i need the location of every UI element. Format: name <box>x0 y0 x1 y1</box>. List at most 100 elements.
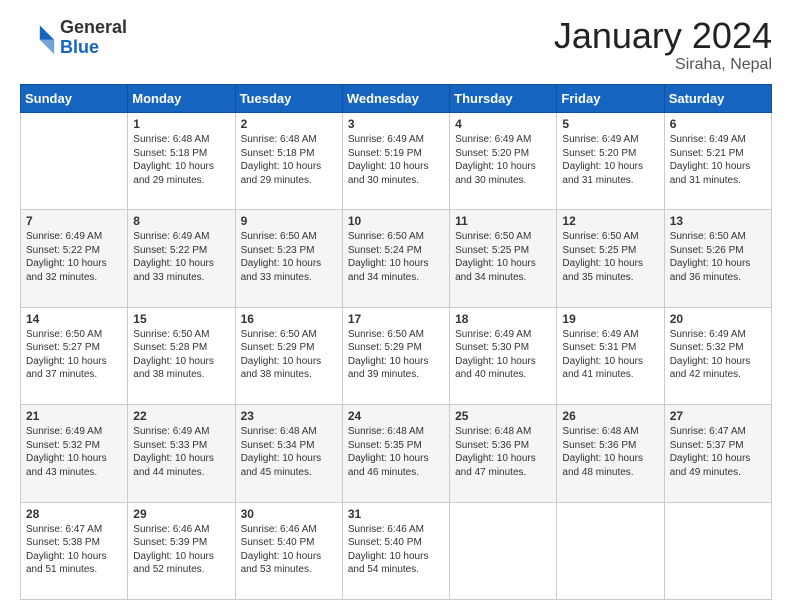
day-info: Sunrise: 6:49 AMSunset: 5:33 PMDaylight:… <box>133 425 229 479</box>
calendar-cell: 5 Sunrise: 6:49 AMSunset: 5:20 PMDaylight… <box>557 113 664 210</box>
day-info: Sunrise: 6:50 AMSunset: 5:23 PMDaylight:… <box>241 230 337 284</box>
calendar-week-row: 14Sunrise: 6:50 AMSunset: 5:27 PMDayligh… <box>21 307 772 404</box>
day-info: Sunrise: 6:49 AMSunset: 5:22 PMDaylight:… <box>26 230 122 284</box>
day-info: Sunrise: 6:48 AMSunset: 5:35 PMDaylight:… <box>348 425 444 479</box>
day-info: Sunrise: 6:49 AMSunset: 5:20 PMDaylight:… <box>562 133 658 187</box>
calendar-day-header: Sunday <box>21 85 128 113</box>
calendar-cell <box>664 502 771 599</box>
calendar-cell: 15Sunrise: 6:50 AMSunset: 5:28 PMDayligh… <box>128 307 235 404</box>
day-info: Sunrise: 6:49 AMSunset: 5:31 PMDaylight:… <box>562 328 658 382</box>
calendar-cell <box>450 502 557 599</box>
calendar-cell: 21 Sunrise: 6:49 AMSunset: 5:32 PMDayligh… <box>21 405 128 502</box>
calendar-cell: 16Sunrise: 6:50 AMSunset: 5:29 PMDayligh… <box>235 307 342 404</box>
day-info: Sunrise: 6:50 AMSunset: 5:28 PMDaylight:… <box>133 328 229 382</box>
calendar-cell: 12 Sunrise: 6:50 AMSunset: 5:25 PMDayligh… <box>557 210 664 307</box>
calendar-cell: 30 Sunrise: 6:46 AMSunset: 5:40 PMDayligh… <box>235 502 342 599</box>
day-number: 16 <box>241 312 337 326</box>
logo: General Blue <box>20 18 127 58</box>
day-number: 13 <box>670 214 766 228</box>
calendar-cell: 11Sunrise: 6:50 AMSunset: 5:25 PMDayligh… <box>450 210 557 307</box>
title-block: January 2024 Siraha, Nepal <box>554 18 772 74</box>
day-info: Sunrise: 6:49 AMSunset: 5:32 PMDaylight:… <box>670 328 766 382</box>
calendar-week-row: 7 Sunrise: 6:49 AMSunset: 5:22 PMDaylight… <box>21 210 772 307</box>
logo-blue-text: Blue <box>60 37 99 57</box>
day-number: 18 <box>455 312 551 326</box>
day-info: Sunrise: 6:49 AMSunset: 5:19 PMDaylight:… <box>348 133 444 187</box>
logo-icon <box>20 20 56 56</box>
calendar-cell: 6 Sunrise: 6:49 AMSunset: 5:21 PMDaylight… <box>664 113 771 210</box>
day-number: 24 <box>348 409 444 423</box>
calendar-cell: 26 Sunrise: 6:48 AMSunset: 5:36 PMDayligh… <box>557 405 664 502</box>
day-number: 5 <box>562 117 658 131</box>
day-info: Sunrise: 6:48 AMSunset: 5:36 PMDaylight:… <box>455 425 551 479</box>
day-info: Sunrise: 6:46 AMSunset: 5:39 PMDaylight:… <box>133 523 229 577</box>
day-info: Sunrise: 6:48 AMSunset: 5:36 PMDaylight:… <box>562 425 658 479</box>
day-info: Sunrise: 6:49 AMSunset: 5:22 PMDaylight:… <box>133 230 229 284</box>
day-number: 8 <box>133 214 229 228</box>
day-number: 2 <box>241 117 337 131</box>
calendar-cell: 8 Sunrise: 6:49 AMSunset: 5:22 PMDaylight… <box>128 210 235 307</box>
calendar-day-header: Saturday <box>664 85 771 113</box>
calendar-cell: 22 Sunrise: 6:49 AMSunset: 5:33 PMDayligh… <box>128 405 235 502</box>
day-info: Sunrise: 6:50 AMSunset: 5:25 PMDaylight:… <box>562 230 658 284</box>
day-number: 22 <box>133 409 229 423</box>
day-number: 29 <box>133 507 229 521</box>
day-number: 17 <box>348 312 444 326</box>
calendar-cell: 19 Sunrise: 6:49 AMSunset: 5:31 PMDayligh… <box>557 307 664 404</box>
day-number: 9 <box>241 214 337 228</box>
calendar-day-header: Wednesday <box>342 85 449 113</box>
day-info: Sunrise: 6:49 AMSunset: 5:32 PMDaylight:… <box>26 425 122 479</box>
calendar-header-row: SundayMondayTuesdayWednesdayThursdayFrid… <box>21 85 772 113</box>
calendar-cell: 13 Sunrise: 6:50 AMSunset: 5:26 PMDayligh… <box>664 210 771 307</box>
day-info: Sunrise: 6:50 AMSunset: 5:26 PMDaylight:… <box>670 230 766 284</box>
calendar-cell <box>21 113 128 210</box>
day-info: Sunrise: 6:48 AMSunset: 5:18 PMDaylight:… <box>133 133 229 187</box>
calendar-day-header: Tuesday <box>235 85 342 113</box>
calendar-cell <box>557 502 664 599</box>
day-number: 11 <box>455 214 551 228</box>
day-number: 4 <box>455 117 551 131</box>
day-info: Sunrise: 6:47 AMSunset: 5:37 PMDaylight:… <box>670 425 766 479</box>
day-info: Sunrise: 6:48 AMSunset: 5:34 PMDaylight:… <box>241 425 337 479</box>
day-info: Sunrise: 6:47 AMSunset: 5:38 PMDaylight:… <box>26 523 122 577</box>
location: Siraha, Nepal <box>554 56 772 74</box>
day-number: 6 <box>670 117 766 131</box>
day-info: Sunrise: 6:46 AMSunset: 5:40 PMDaylight:… <box>241 523 337 577</box>
calendar-cell: 27Sunrise: 6:47 AMSunset: 5:37 PMDayligh… <box>664 405 771 502</box>
day-number: 3 <box>348 117 444 131</box>
calendar-week-row: 28Sunrise: 6:47 AMSunset: 5:38 PMDayligh… <box>21 502 772 599</box>
day-number: 25 <box>455 409 551 423</box>
calendar-day-header: Monday <box>128 85 235 113</box>
calendar-table: SundayMondayTuesdayWednesdayThursdayFrid… <box>20 84 772 600</box>
calendar-cell: 18 Sunrise: 6:49 AMSunset: 5:30 PMDayligh… <box>450 307 557 404</box>
day-info: Sunrise: 6:48 AMSunset: 5:18 PMDaylight:… <box>241 133 337 187</box>
day-number: 21 <box>26 409 122 423</box>
month-title: January 2024 <box>554 18 772 54</box>
calendar-cell: 28Sunrise: 6:47 AMSunset: 5:38 PMDayligh… <box>21 502 128 599</box>
day-info: Sunrise: 6:49 AMSunset: 5:21 PMDaylight:… <box>670 133 766 187</box>
day-info: Sunrise: 6:49 AMSunset: 5:30 PMDaylight:… <box>455 328 551 382</box>
calendar-cell: 31 Sunrise: 6:46 AMSunset: 5:40 PMDayligh… <box>342 502 449 599</box>
calendar-cell: 24 Sunrise: 6:48 AMSunset: 5:35 PMDayligh… <box>342 405 449 502</box>
logo-text: General Blue <box>60 18 127 58</box>
calendar-cell: 25 Sunrise: 6:48 AMSunset: 5:36 PMDayligh… <box>450 405 557 502</box>
day-info: Sunrise: 6:46 AMSunset: 5:40 PMDaylight:… <box>348 523 444 577</box>
calendar-week-row: 21 Sunrise: 6:49 AMSunset: 5:32 PMDayligh… <box>21 405 772 502</box>
day-number: 26 <box>562 409 658 423</box>
calendar-cell: 4 Sunrise: 6:49 AMSunset: 5:20 PMDaylight… <box>450 113 557 210</box>
calendar-cell: 20Sunrise: 6:49 AMSunset: 5:32 PMDayligh… <box>664 307 771 404</box>
day-info: Sunrise: 6:49 AMSunset: 5:20 PMDaylight:… <box>455 133 551 187</box>
day-number: 30 <box>241 507 337 521</box>
day-number: 10 <box>348 214 444 228</box>
calendar-cell: 2 Sunrise: 6:48 AMSunset: 5:18 PMDaylight… <box>235 113 342 210</box>
calendar-cell: 9 Sunrise: 6:50 AMSunset: 5:23 PMDaylight… <box>235 210 342 307</box>
day-number: 19 <box>562 312 658 326</box>
header: General Blue January 2024 Siraha, Nepal <box>20 18 772 74</box>
calendar-cell: 29 Sunrise: 6:46 AMSunset: 5:39 PMDayligh… <box>128 502 235 599</box>
day-number: 31 <box>348 507 444 521</box>
day-number: 7 <box>26 214 122 228</box>
day-number: 12 <box>562 214 658 228</box>
day-info: Sunrise: 6:50 AMSunset: 5:24 PMDaylight:… <box>348 230 444 284</box>
calendar-cell: 23Sunrise: 6:48 AMSunset: 5:34 PMDayligh… <box>235 405 342 502</box>
calendar-cell: 3 Sunrise: 6:49 AMSunset: 5:19 PMDaylight… <box>342 113 449 210</box>
